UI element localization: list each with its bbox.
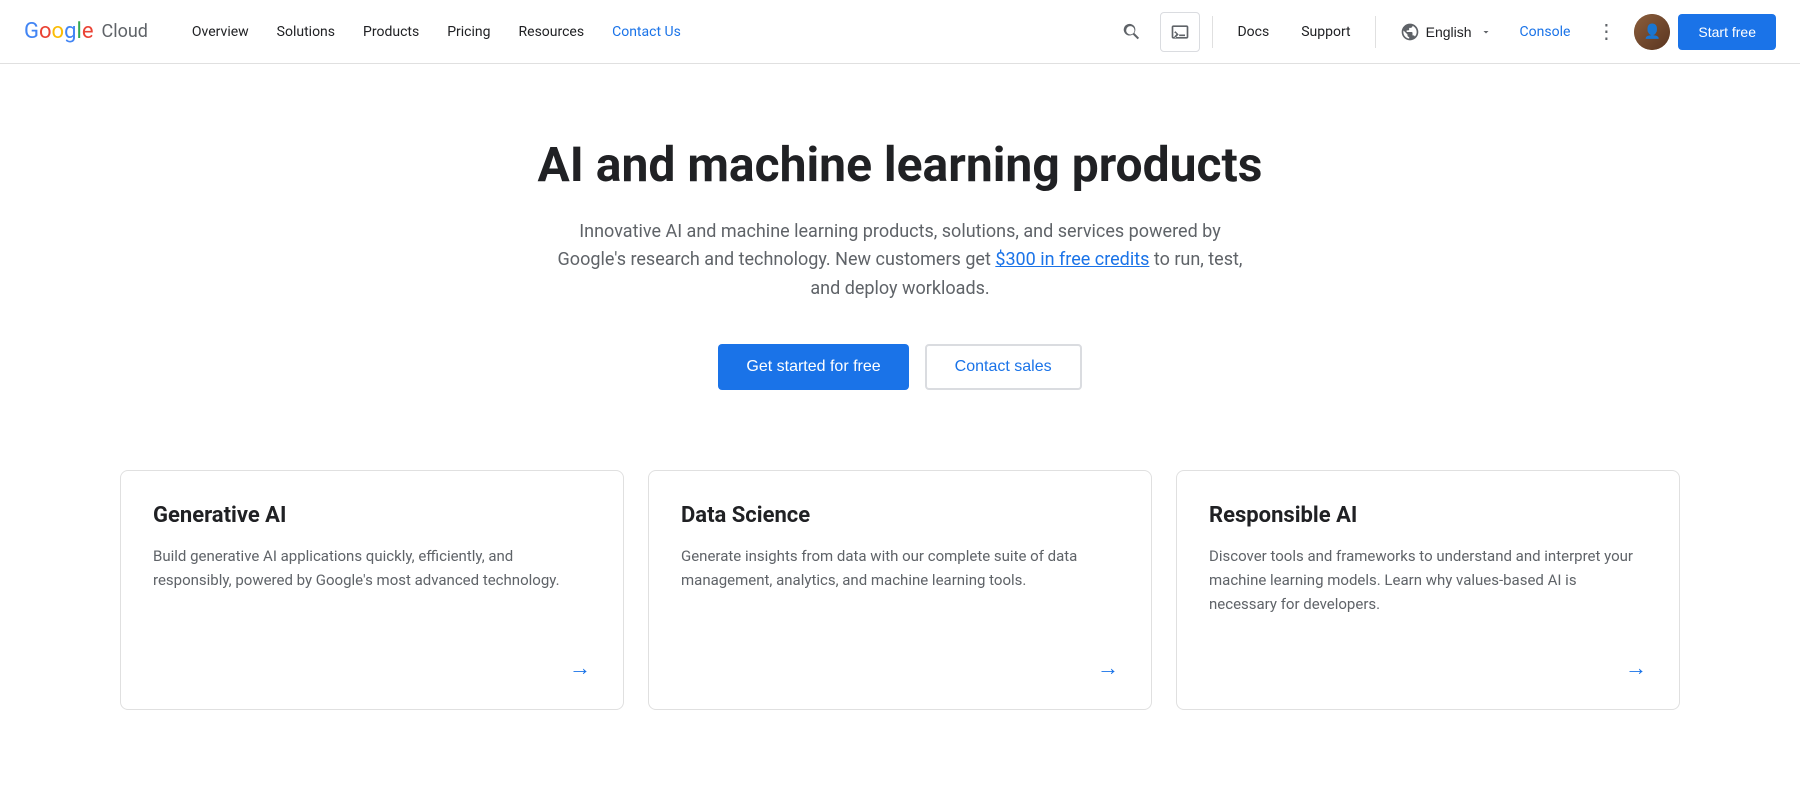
terminal-button[interactable] [1160,12,1200,52]
cards-section: Generative AI Build generative AI applic… [0,450,1800,770]
navbar: Google Cloud Overview Solutions Products… [0,0,1800,64]
arrow-icon: → [569,655,591,681]
card-generative-ai-title: Generative AI [153,503,591,528]
free-credits-link[interactable]: $300 in free credits [995,249,1149,270]
hero-subtitle: Innovative AI and machine learning produ… [550,218,1250,304]
nav-pricing[interactable]: Pricing [435,16,502,48]
logo-link[interactable]: Google Cloud [24,19,148,44]
card-responsible-ai-title: Responsible AI [1209,503,1647,528]
card-responsible-ai-arrow: → [1209,655,1647,681]
start-free-button[interactable]: Start free [1678,14,1776,50]
get-started-button[interactable]: Get started for free [718,344,908,390]
chevron-down-icon [1480,26,1492,38]
nav-solutions[interactable]: Solutions [265,16,347,48]
arrow-icon: → [1625,655,1647,681]
arrow-icon: → [1097,655,1119,681]
more-options-button[interactable]: ⋮ [1586,12,1626,52]
main-nav: Overview Solutions Products Pricing Reso… [180,16,1113,48]
cloud-wordmark: Cloud [101,21,147,42]
card-data-science[interactable]: Data Science Generate insights from data… [648,470,1152,710]
hero-title: AI and machine learning products [538,136,1263,194]
contact-sales-button[interactable]: Contact sales [925,344,1082,390]
nav-support[interactable]: Support [1289,16,1362,48]
card-responsible-ai[interactable]: Responsible AI Discover tools and framew… [1176,470,1680,710]
hero-buttons: Get started for free Contact sales [718,344,1081,390]
card-generative-ai-desc: Build generative AI applications quickly… [153,544,591,631]
console-link[interactable]: Console [1512,16,1579,48]
terminal-icon [1170,22,1190,42]
google-wordmark: Google [24,19,93,44]
card-data-science-arrow: → [681,655,1119,681]
nav-overview[interactable]: Overview [180,16,261,48]
hero-section: AI and machine learning products Innovat… [0,64,1800,450]
language-label: English [1426,24,1472,40]
nav-products[interactable]: Products [351,16,431,48]
nav-contact-us[interactable]: Contact Us [600,16,693,48]
card-responsible-ai-desc: Discover tools and frameworks to underst… [1209,544,1647,631]
language-button[interactable]: English [1388,14,1504,50]
card-data-science-desc: Generate insights from data with our com… [681,544,1119,631]
card-generative-ai-arrow: → [153,655,591,681]
nav-resources[interactable]: Resources [507,16,597,48]
divider [1212,16,1213,48]
user-avatar[interactable]: 👤 [1634,14,1670,50]
card-data-science-title: Data Science [681,503,1119,528]
card-generative-ai[interactable]: Generative AI Build generative AI applic… [120,470,624,710]
avatar-image: 👤 [1634,14,1670,50]
search-button[interactable] [1112,12,1152,52]
nav-docs[interactable]: Docs [1225,16,1281,48]
navbar-right: Docs Support English Console ⋮ 👤 Start f… [1112,12,1776,52]
search-icon [1122,22,1142,42]
globe-icon [1400,22,1420,42]
divider-2 [1375,16,1376,48]
